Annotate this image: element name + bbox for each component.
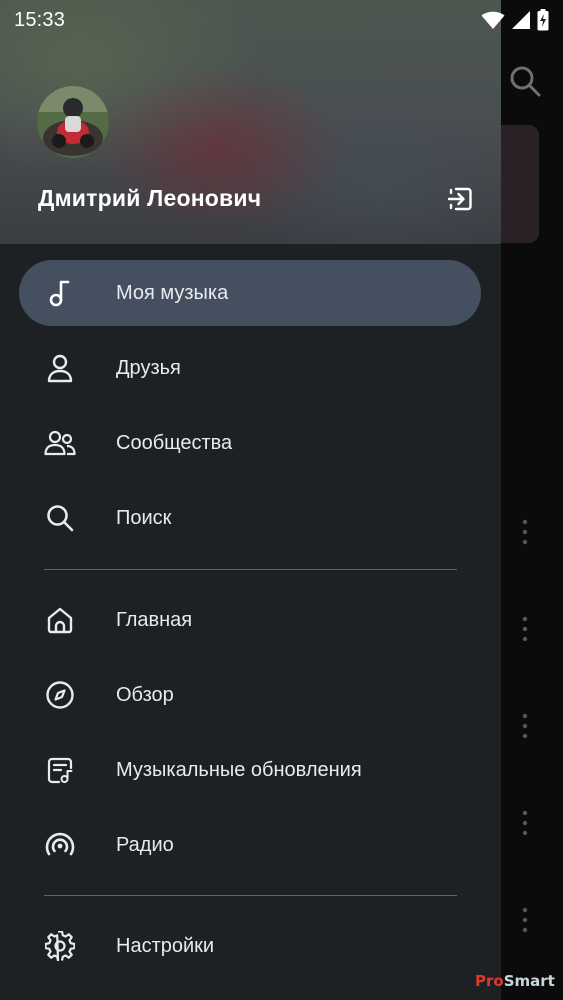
nav-item-music-updates[interactable]: Музыкальные обновления xyxy=(19,737,481,803)
nav-label: Музыкальные обновления xyxy=(116,758,362,781)
nav-item-discover[interactable]: Обзор xyxy=(19,662,481,728)
watermark-prefix: Pro xyxy=(475,972,504,990)
status-time: 15:33 xyxy=(14,8,66,31)
divider xyxy=(44,569,457,570)
navigation-drawer: Дмитрий Леонович Моя музыка Друзья Сообщ… xyxy=(0,0,501,1000)
watermark: ProSmart xyxy=(475,970,561,992)
nav-label: Обзор xyxy=(116,683,174,706)
nav-item-settings[interactable]: Настройки xyxy=(19,913,481,979)
search-icon xyxy=(510,66,541,97)
more-vert-icon xyxy=(522,616,528,642)
user-name: Дмитрий Леонович xyxy=(38,185,262,211)
more-vert-icon xyxy=(522,810,528,836)
battery-charging-icon xyxy=(537,9,549,31)
nav-label: Главная xyxy=(116,608,193,631)
search-icon xyxy=(43,501,77,535)
nav-label: Друзья xyxy=(116,356,181,379)
nav-item-friends[interactable]: Друзья xyxy=(19,335,481,401)
group-icon xyxy=(43,426,77,460)
divider xyxy=(44,895,457,896)
avatar[interactable] xyxy=(37,86,109,158)
nav-label: Радио xyxy=(116,833,174,856)
cell-signal-icon xyxy=(512,11,530,29)
nav-item-radio[interactable]: Радио xyxy=(19,812,481,878)
gear-icon xyxy=(43,929,77,963)
avatar-photo xyxy=(37,86,109,158)
nav-label: Поиск xyxy=(116,506,172,529)
music-updates-icon xyxy=(43,753,77,787)
music-note-icon xyxy=(43,276,77,310)
nav-item-search[interactable]: Поиск xyxy=(19,485,481,551)
home-icon xyxy=(43,603,77,637)
wifi-icon xyxy=(481,11,505,29)
compass-icon xyxy=(43,678,77,712)
more-vert-icon xyxy=(522,713,528,739)
person-icon xyxy=(43,351,77,385)
nav-label: Настройки xyxy=(116,934,215,957)
nav-item-home[interactable]: Главная xyxy=(19,587,481,653)
logout-icon xyxy=(447,187,472,211)
watermark-suffix: Smart xyxy=(503,972,555,990)
status-icons xyxy=(481,9,549,31)
logout-button[interactable] xyxy=(444,183,476,215)
status-bar: 15:33 xyxy=(0,0,563,40)
nav-label: Моя музыка xyxy=(116,281,229,304)
nav-item-my-music[interactable]: Моя музыка xyxy=(19,260,481,326)
more-vert-icon xyxy=(522,907,528,933)
radio-icon xyxy=(43,828,77,862)
nav-item-communities[interactable]: Сообщества xyxy=(19,410,481,476)
more-vert-icon xyxy=(522,519,528,545)
nav-label: Сообщества xyxy=(116,431,233,454)
